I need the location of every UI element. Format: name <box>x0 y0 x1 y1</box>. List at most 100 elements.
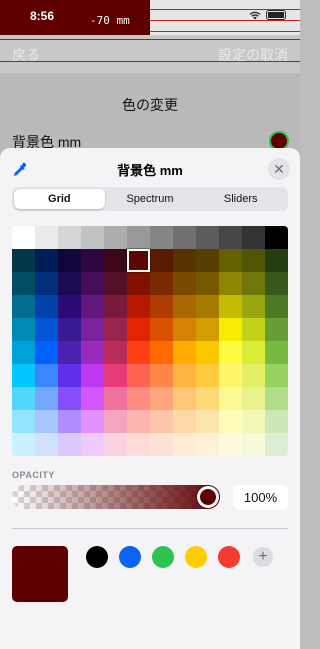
color-grid-cell[interactable] <box>150 226 173 249</box>
color-grid-cell[interactable] <box>104 433 127 456</box>
color-grid-cell[interactable] <box>196 318 219 341</box>
color-grid-cell[interactable] <box>242 272 265 295</box>
color-grid-cell[interactable] <box>219 433 242 456</box>
close-button[interactable]: ✕ <box>268 158 290 180</box>
color-grid-cell[interactable] <box>196 341 219 364</box>
color-grid-cell[interactable] <box>104 341 127 364</box>
color-grid-cell[interactable] <box>104 410 127 433</box>
color-grid-cell[interactable] <box>81 318 104 341</box>
color-grid-cell[interactable] <box>104 226 127 249</box>
color-grid-cell[interactable] <box>196 226 219 249</box>
color-grid-cell[interactable] <box>219 410 242 433</box>
color-grid-cell[interactable] <box>242 341 265 364</box>
color-grid-cell[interactable] <box>150 295 173 318</box>
preset-blue[interactable] <box>119 546 141 568</box>
color-grid-cell[interactable] <box>35 387 58 410</box>
color-grid-cell[interactable] <box>219 364 242 387</box>
color-grid-cell[interactable] <box>127 433 150 456</box>
color-grid-cell[interactable] <box>12 433 35 456</box>
color-grid-cell[interactable] <box>173 341 196 364</box>
plus-icon[interactable]: + <box>253 547 273 567</box>
color-grid-cell[interactable] <box>58 295 81 318</box>
color-grid-cell[interactable] <box>58 341 81 364</box>
color-grid-cell[interactable] <box>58 272 81 295</box>
color-grid-cell[interactable] <box>35 410 58 433</box>
color-grid-cell[interactable] <box>12 249 35 272</box>
color-grid-cell[interactable] <box>104 318 127 341</box>
tab-grid[interactable]: Grid <box>14 189 105 209</box>
color-grid-cell[interactable] <box>242 364 265 387</box>
color-grid-cell[interactable] <box>219 387 242 410</box>
opacity-value-field[interactable]: 100% <box>233 485 288 510</box>
color-grid-cell[interactable] <box>150 318 173 341</box>
color-grid-cell[interactable] <box>150 272 173 295</box>
tab-sliders[interactable]: Sliders <box>195 189 286 209</box>
color-grid-cell[interactable] <box>196 295 219 318</box>
color-grid-cell[interactable] <box>81 272 104 295</box>
color-grid-cell[interactable] <box>104 387 127 410</box>
color-grid-cell[interactable] <box>58 249 81 272</box>
color-grid-cell[interactable] <box>196 410 219 433</box>
color-grid-cell[interactable] <box>242 249 265 272</box>
color-grid-cell[interactable] <box>265 249 288 272</box>
color-grid-cell[interactable] <box>242 387 265 410</box>
color-grid-cell[interactable] <box>196 364 219 387</box>
color-grid-cell[interactable] <box>104 272 127 295</box>
color-grid-cell[interactable] <box>35 272 58 295</box>
color-grid-cell[interactable] <box>219 341 242 364</box>
color-grid-cell[interactable] <box>173 249 196 272</box>
color-grid-cell[interactable] <box>81 364 104 387</box>
color-grid-cell[interactable] <box>127 341 150 364</box>
color-grid-cell[interactable] <box>35 318 58 341</box>
color-grid-cell[interactable] <box>242 226 265 249</box>
color-grid-cell[interactable] <box>265 364 288 387</box>
color-grid-cell[interactable] <box>173 272 196 295</box>
color-grid-cell[interactable] <box>173 433 196 456</box>
color-grid-cell[interactable] <box>173 364 196 387</box>
color-grid-cell[interactable] <box>12 341 35 364</box>
color-grid-cell[interactable] <box>219 318 242 341</box>
color-grid-cell[interactable] <box>150 364 173 387</box>
back-button[interactable]: 戻る <box>12 45 40 65</box>
color-grid-cell[interactable] <box>127 410 150 433</box>
color-grid-cell[interactable] <box>35 433 58 456</box>
color-grid-cell[interactable] <box>35 295 58 318</box>
preset-black[interactable] <box>86 546 108 568</box>
color-grid-cell[interactable] <box>265 318 288 341</box>
color-grid-cell[interactable] <box>219 272 242 295</box>
tab-spectrum[interactable]: Spectrum <box>105 189 196 209</box>
color-grid-cell[interactable] <box>58 318 81 341</box>
color-grid-cell[interactable] <box>265 226 288 249</box>
color-grid-cell[interactable] <box>173 410 196 433</box>
color-grid-cell[interactable] <box>12 387 35 410</box>
color-grid-cell[interactable] <box>81 387 104 410</box>
color-grid-cell[interactable] <box>127 387 150 410</box>
color-grid-cell[interactable] <box>150 410 173 433</box>
color-grid-cell[interactable] <box>150 249 173 272</box>
color-grid-cell[interactable] <box>81 226 104 249</box>
color-grid-cell[interactable] <box>58 364 81 387</box>
color-grid-cell[interactable] <box>265 410 288 433</box>
color-grid-cell[interactable] <box>173 318 196 341</box>
color-grid-cell[interactable] <box>127 226 150 249</box>
preset-yellow[interactable] <box>185 546 207 568</box>
color-grid-cell[interactable] <box>81 249 104 272</box>
color-grid-cell[interactable] <box>242 318 265 341</box>
color-grid-cell[interactable] <box>265 387 288 410</box>
color-grid-cell[interactable] <box>104 249 127 272</box>
color-grid-cell[interactable] <box>265 341 288 364</box>
color-grid-cell[interactable] <box>196 433 219 456</box>
color-grid-cell[interactable] <box>81 341 104 364</box>
color-grid-cell[interactable] <box>265 272 288 295</box>
color-grid-cell[interactable] <box>81 433 104 456</box>
color-grid-cell[interactable] <box>150 341 173 364</box>
color-grid-cell[interactable] <box>219 226 242 249</box>
color-grid-cell[interactable] <box>12 410 35 433</box>
color-grid-cell[interactable] <box>196 272 219 295</box>
color-grid-cell[interactable] <box>35 341 58 364</box>
color-grid-cell[interactable] <box>150 387 173 410</box>
color-grid-cell[interactable] <box>12 318 35 341</box>
color-grid-cell[interactable] <box>12 226 35 249</box>
color-grid-cell[interactable] <box>81 295 104 318</box>
color-grid-cell[interactable] <box>35 249 58 272</box>
